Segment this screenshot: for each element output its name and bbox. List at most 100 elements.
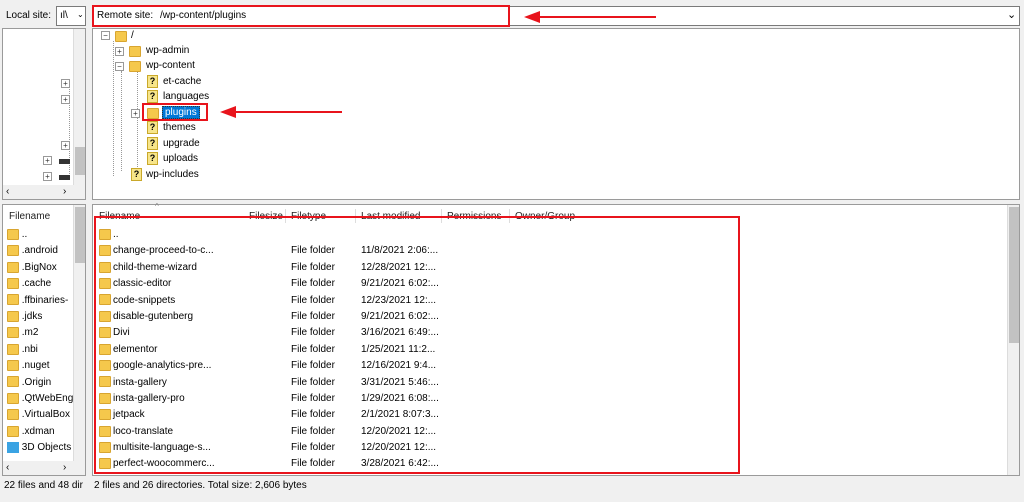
- list-item-label: .xdman: [21, 425, 55, 437]
- chevron-down-icon[interactable]: ⌄: [77, 10, 84, 19]
- list-item[interactable]: .xdman: [7, 424, 73, 440]
- local-file-list[interactable]: Filename .. .android .BigNox .cache .ffb…: [2, 204, 86, 476]
- expand-icon[interactable]: +: [131, 109, 140, 118]
- folder-icon: [7, 261, 19, 273]
- local-column-filename[interactable]: Filename: [9, 211, 50, 222]
- list-item-label: .nbi: [21, 343, 38, 355]
- list-item[interactable]: .nuget: [7, 358, 73, 374]
- horizontal-scrollbar[interactable]: ‹ ›: [3, 461, 85, 475]
- folder-icon: [7, 376, 19, 388]
- folder-icon: [129, 61, 141, 72]
- tree-item-et-cache[interactable]: et-cache: [163, 76, 201, 87]
- list-item[interactable]: .jdks: [7, 309, 73, 325]
- folder-icon: [7, 392, 19, 404]
- collapse-icon[interactable]: −: [101, 31, 110, 40]
- folder-icon: [7, 425, 19, 437]
- expand-icon[interactable]: +: [115, 47, 124, 56]
- folder-icon: [7, 409, 19, 421]
- tree-item-wp-includes[interactable]: wp-includes: [146, 169, 199, 180]
- local-site-path-field[interactable]: ıl\ ⌄: [56, 6, 86, 26]
- remote-status: 2 files and 26 directories. Total size: …: [94, 480, 307, 491]
- expand-icon[interactable]: +: [61, 141, 70, 150]
- list-item[interactable]: .BigNox: [7, 260, 73, 276]
- scroll-right-icon[interactable]: ›: [63, 186, 66, 197]
- horizontal-scrollbar[interactable]: ‹ ›: [3, 185, 85, 199]
- list-item[interactable]: 3D Objects: [7, 440, 73, 456]
- collapse-icon[interactable]: −: [115, 62, 124, 71]
- tree-item-wp-content[interactable]: wp-content: [146, 60, 195, 71]
- plugins-highlight: [142, 103, 208, 121]
- local-site-path-value: ıl\: [60, 10, 68, 21]
- local-status: 22 files and 48 dir: [4, 480, 83, 491]
- expand-icon[interactable]: +: [43, 172, 52, 181]
- list-item-label: ..: [21, 229, 28, 240]
- tree-item-wp-admin[interactable]: wp-admin: [146, 45, 189, 56]
- list-item-label: .ffbinaries-: [21, 294, 69, 306]
- tree-root-label[interactable]: /: [131, 30, 134, 41]
- tree-item-upgrade[interactable]: upgrade: [163, 138, 200, 149]
- folder-icon: [7, 278, 19, 290]
- tree-item-uploads[interactable]: uploads: [163, 153, 198, 164]
- scroll-right-icon[interactable]: ›: [63, 462, 66, 473]
- question-icon: ?: [147, 90, 158, 103]
- folder-icon: [7, 343, 19, 355]
- folder-icon: [7, 245, 19, 257]
- chevron-down-icon[interactable]: ⌄: [1007, 8, 1016, 21]
- list-item[interactable]: .ffbinaries-: [7, 293, 73, 309]
- list-item[interactable]: .VirtualBox: [7, 407, 73, 423]
- folder-icon: [7, 228, 19, 240]
- list-item-label: 3D Objects: [21, 442, 72, 454]
- list-item[interactable]: .QtWebEng: [7, 391, 73, 407]
- remote-site-highlight: [92, 5, 510, 27]
- list-item-label: .VirtualBox: [21, 409, 70, 421]
- arrow-icon: [524, 11, 656, 23]
- list-item[interactable]: .Origin: [7, 375, 73, 391]
- tree-line: [113, 41, 114, 176]
- tree-item-themes[interactable]: themes: [163, 122, 196, 133]
- folder-icon: [7, 310, 19, 322]
- list-item-label: .BigNox: [21, 261, 57, 273]
- file-list-highlight: [94, 216, 740, 474]
- list-item-label: .QtWebEng: [21, 392, 74, 404]
- local-tree-scrollbar[interactable]: [73, 29, 85, 185]
- local-list-scrollbar[interactable]: [73, 205, 85, 461]
- local-tree-panel[interactable]: + + + + + ‹ ›: [2, 28, 86, 200]
- scroll-left-icon[interactable]: ‹: [6, 186, 9, 197]
- arrow-icon: [220, 106, 342, 118]
- tree-item-languages[interactable]: languages: [163, 91, 209, 102]
- scroll-thumb[interactable]: [1009, 207, 1019, 343]
- folder-icon: [115, 31, 127, 42]
- question-icon: ?: [131, 168, 142, 181]
- 3d-objects-icon: [7, 441, 19, 453]
- scroll-thumb[interactable]: [75, 207, 85, 263]
- question-icon: ?: [147, 75, 158, 88]
- expand-icon[interactable]: +: [61, 95, 70, 104]
- scroll-thumb[interactable]: [75, 147, 85, 175]
- drive-icon: [59, 175, 70, 180]
- local-rows: .. .android .BigNox .cache .ffbinaries- …: [7, 227, 73, 456]
- list-item[interactable]: .cache: [7, 276, 73, 292]
- scroll-left-icon[interactable]: ‹: [6, 462, 9, 473]
- sort-ascending-icon: ^: [155, 202, 159, 211]
- list-item-label: .Origin: [21, 376, 52, 388]
- list-item-label: .cache: [21, 278, 52, 290]
- remote-list-scrollbar[interactable]: [1007, 205, 1019, 475]
- expand-icon[interactable]: +: [43, 156, 52, 165]
- list-item-label: .nuget: [21, 360, 50, 372]
- tree-line: [121, 71, 122, 171]
- local-site-label: Local site:: [6, 10, 52, 21]
- list-item-label: .jdks: [21, 310, 43, 322]
- folder-icon: [129, 46, 141, 57]
- question-icon: ?: [147, 152, 158, 165]
- folder-icon: [7, 327, 19, 339]
- list-item-label: .android: [21, 245, 58, 257]
- expand-icon[interactable]: +: [61, 79, 70, 88]
- list-item[interactable]: .android: [7, 243, 73, 259]
- list-item[interactable]: .m2: [7, 325, 73, 341]
- local-site-bar: Local site: ıl\ ⌄: [2, 6, 86, 26]
- tree-line: [137, 71, 138, 171]
- list-item[interactable]: ..: [7, 227, 73, 243]
- list-item[interactable]: .nbi: [7, 342, 73, 358]
- question-icon: ?: [147, 121, 158, 134]
- list-item-label: .m2: [21, 327, 39, 339]
